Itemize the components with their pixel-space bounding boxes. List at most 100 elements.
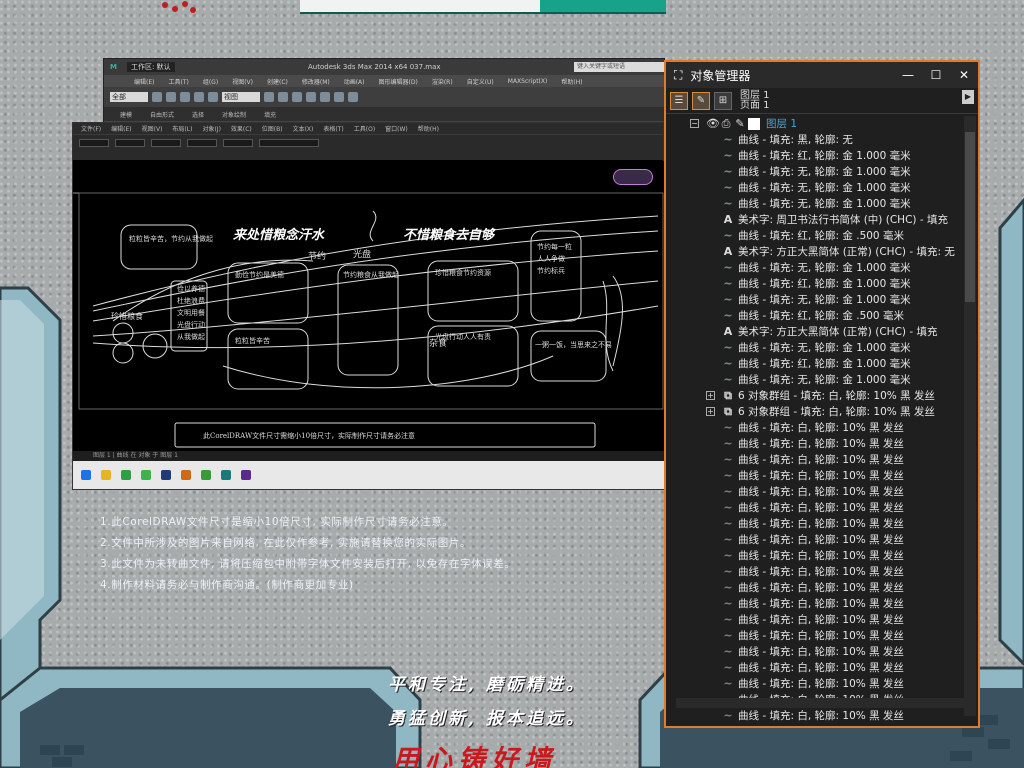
position-x-field[interactable] bbox=[79, 139, 109, 147]
width-field[interactable] bbox=[151, 139, 181, 147]
menu-item[interactable]: 对象(J) bbox=[202, 124, 220, 133]
minimize-button[interactable]: — bbox=[894, 68, 922, 82]
object-row[interactable]: ~ 曲线 - 填充: 无, 轮廓: 金 1.000 毫米 bbox=[666, 340, 964, 356]
maximize-button[interactable]: ☐ bbox=[922, 68, 950, 82]
pencil-icon[interactable]: ✎ bbox=[734, 118, 746, 130]
object-row[interactable]: ~ 曲线 - 填充: 白, 轮廓: 10% 黑 发丝 bbox=[666, 436, 964, 452]
object-row[interactable]: ~ 曲线 - 填充: 白, 轮廓: 10% 黑 发丝 bbox=[666, 676, 964, 692]
menu-item[interactable]: 表格(T) bbox=[323, 124, 343, 133]
vertical-scrollbar[interactable] bbox=[964, 116, 976, 716]
coreldraw-canvas[interactable]: 来处惜粮念汗水 不惜粮食去自够 节约 杂食 粒粒皆辛苦，节约从我做起 俭以养德 … bbox=[73, 161, 665, 451]
object-row[interactable]: ~ 曲线 - 填充: 白, 轮廓: 10% 黑 发丝 bbox=[666, 452, 964, 468]
ribbon-tab[interactable]: 选择 bbox=[192, 110, 204, 119]
object-row[interactable]: ~ 曲线 - 填充: 白, 轮廓: 10% 黑 发丝 bbox=[666, 484, 964, 500]
object-row[interactable]: ~ 曲线 - 填充: 红, 轮廓: 金 1.000 毫米 bbox=[666, 356, 964, 372]
object-row[interactable]: ~ 曲线 - 填充: 红, 轮廓: 金 .500 毫米 bbox=[666, 308, 964, 324]
outline-width-field[interactable] bbox=[259, 139, 319, 147]
object-row[interactable]: ~ 曲线 - 填充: 白, 轮廓: 10% 黑 发丝 bbox=[666, 516, 964, 532]
object-row[interactable]: ~ 曲线 - 填充: 白, 轮廓: 10% 黑 发丝 bbox=[666, 628, 964, 644]
move-icon[interactable] bbox=[180, 92, 190, 102]
angle-field[interactable] bbox=[223, 139, 253, 147]
expand-icon[interactable]: + bbox=[706, 407, 715, 416]
menu-item[interactable]: MAXScript(X) bbox=[508, 78, 548, 85]
menu-item[interactable]: 组(G) bbox=[203, 77, 218, 86]
panel-arrow-icon[interactable]: ▶ bbox=[962, 90, 974, 104]
horizontal-scrollbar[interactable] bbox=[676, 698, 966, 708]
material-editor-icon[interactable] bbox=[320, 92, 330, 102]
object-row[interactable]: ~ 曲线 - 填充: 白, 轮廓: 10% 黑 发丝 bbox=[666, 644, 964, 660]
rotate-icon[interactable] bbox=[194, 92, 204, 102]
object-row[interactable]: ~ 曲线 - 填充: 白, 轮廓: 10% 黑 发丝 bbox=[666, 500, 964, 516]
menu-item[interactable]: 工具(O) bbox=[354, 124, 375, 133]
menu-item[interactable]: 创建(C) bbox=[267, 77, 288, 86]
edit-across-layers-icon[interactable]: ✎ bbox=[692, 91, 710, 110]
scale-icon[interactable] bbox=[208, 92, 218, 102]
explorer-icon[interactable] bbox=[101, 470, 111, 480]
menu-item[interactable]: 视图(V) bbox=[142, 124, 163, 133]
menu-item[interactable]: 窗口(W) bbox=[385, 124, 408, 133]
ribbon-tab[interactable]: 对象绘制 bbox=[222, 110, 246, 119]
menu-item[interactable]: 效果(C) bbox=[231, 124, 252, 133]
wechat-icon[interactable] bbox=[141, 470, 151, 480]
menu-item[interactable]: 动画(A) bbox=[344, 77, 365, 86]
3dsmax-icon[interactable] bbox=[221, 470, 231, 480]
menu-item[interactable]: 帮助(H) bbox=[418, 124, 439, 133]
position-y-field[interactable] bbox=[115, 139, 145, 147]
group-row[interactable]: + ⧉ 6 对象群组 - 填充: 白, 轮廓: 10% 黑 发丝 bbox=[666, 388, 964, 404]
snap-icon[interactable] bbox=[264, 92, 274, 102]
object-row[interactable]: ~ 曲线 - 填充: 白, 轮廓: 10% 黑 发丝 bbox=[666, 564, 964, 580]
menu-item[interactable]: 渲染(R) bbox=[432, 77, 453, 86]
object-row[interactable]: ~ 曲线 - 填充: 无, 轮廓: 金 1.000 毫米 bbox=[666, 196, 964, 212]
ribbon-tab[interactable]: 填充 bbox=[264, 110, 276, 119]
object-row[interactable]: ~ 曲线 - 填充: 无, 轮廓: 金 1.000 毫米 bbox=[666, 372, 964, 388]
workspace-dropdown[interactable]: 工作区: 默认 bbox=[126, 62, 175, 72]
object-row[interactable]: ~ 曲线 - 填充: 白, 轮廓: 10% 黑 发丝 bbox=[666, 420, 964, 436]
menu-item[interactable]: 编辑(E) bbox=[111, 124, 131, 133]
menu-item[interactable]: 帮助(H) bbox=[561, 77, 582, 86]
eye-icon[interactable]: 👁 bbox=[706, 118, 720, 130]
start-icon[interactable] bbox=[81, 470, 91, 480]
group-row[interactable]: + ⧉ 6 对象群组 - 填充: 白, 轮廓: 10% 黑 发丝 bbox=[666, 404, 964, 420]
object-row[interactable]: ~ 曲线 - 填充: 无, 轮廓: 金 1.000 毫米 bbox=[666, 292, 964, 308]
menu-item[interactable]: 布局(L) bbox=[172, 124, 192, 133]
menu-item[interactable]: 视图(V) bbox=[232, 77, 253, 86]
view-dropdown[interactable]: 视图 bbox=[222, 92, 260, 102]
object-row[interactable]: A 美术字: 方正大黑简体 (正常) (CHC) - 填充: 无 bbox=[666, 244, 964, 260]
show-properties-icon[interactable]: ☰ bbox=[670, 91, 688, 110]
browser-icon[interactable] bbox=[121, 470, 131, 480]
menu-item[interactable]: 文本(X) bbox=[293, 124, 314, 133]
menu-item[interactable]: 修改器(M) bbox=[302, 77, 330, 86]
menu-item[interactable]: 编辑(E) bbox=[134, 77, 154, 86]
illustrator-icon[interactable] bbox=[181, 470, 191, 480]
align-icon[interactable] bbox=[306, 92, 316, 102]
object-row[interactable]: A 美术字: 周卫书法行书简体 (中) (CHC) - 填充 bbox=[666, 212, 964, 228]
premiere-icon[interactable] bbox=[241, 470, 251, 480]
object-row[interactable]: ~ 曲线 - 填充: 白, 轮廓: 10% 黑 发丝 bbox=[666, 468, 964, 484]
menu-item[interactable]: 文件(F) bbox=[81, 124, 101, 133]
layer-manager-view-icon[interactable]: ⊞ bbox=[714, 91, 732, 110]
object-row[interactable]: ~ 曲线 - 填充: 黑, 轮廓: 无 bbox=[666, 132, 964, 148]
menu-item[interactable]: 图形编辑器(D) bbox=[379, 77, 418, 86]
ribbon-tab[interactable]: 自由形式 bbox=[150, 110, 174, 119]
color-swatch-badge[interactable] bbox=[613, 169, 653, 185]
object-row[interactable]: A 美术字: 方正大黑简体 (正常) (CHC) - 填充 bbox=[666, 324, 964, 340]
render-icon[interactable] bbox=[348, 92, 358, 102]
menu-item[interactable]: 工具(T) bbox=[168, 77, 188, 86]
select-icon[interactable] bbox=[152, 92, 162, 102]
object-row[interactable]: ~ 曲线 - 填充: 白, 轮廓: 10% 黑 发丝 bbox=[666, 612, 964, 628]
object-row[interactable]: ~ 曲线 - 填充: 红, 轮廓: 金 1.000 毫米 bbox=[666, 148, 964, 164]
object-row[interactable]: ~ 曲线 - 填充: 白, 轮廓: 10% 黑 发丝 bbox=[666, 548, 964, 564]
object-row[interactable]: ~ 曲线 - 填充: 红, 轮廓: 金 .500 毫米 bbox=[666, 228, 964, 244]
object-row[interactable]: ~ 曲线 - 填充: 无, 轮廓: 金 1.000 毫米 bbox=[666, 164, 964, 180]
render-setup-icon[interactable] bbox=[334, 92, 344, 102]
height-field[interactable] bbox=[187, 139, 217, 147]
photoshop-icon[interactable] bbox=[161, 470, 171, 480]
object-row[interactable]: ~ 曲线 - 填充: 白, 轮廓: 10% 黑 发丝 bbox=[666, 532, 964, 548]
menu-item[interactable]: 位图(B) bbox=[262, 124, 283, 133]
layer-row[interactable]: − 👁 ⎙ ✎ 图层 1 bbox=[666, 116, 964, 132]
ribbon-tab[interactable]: 建模 bbox=[120, 110, 132, 119]
menu-item[interactable]: 自定义(U) bbox=[467, 77, 494, 86]
object-row[interactable]: ~ 曲线 - 填充: 无, 轮廓: 金 1.000 毫米 bbox=[666, 180, 964, 196]
close-button[interactable]: ✕ bbox=[950, 68, 978, 82]
object-row[interactable]: ~ 曲线 - 填充: 无, 轮廓: 金 1.000 毫米 bbox=[666, 260, 964, 276]
